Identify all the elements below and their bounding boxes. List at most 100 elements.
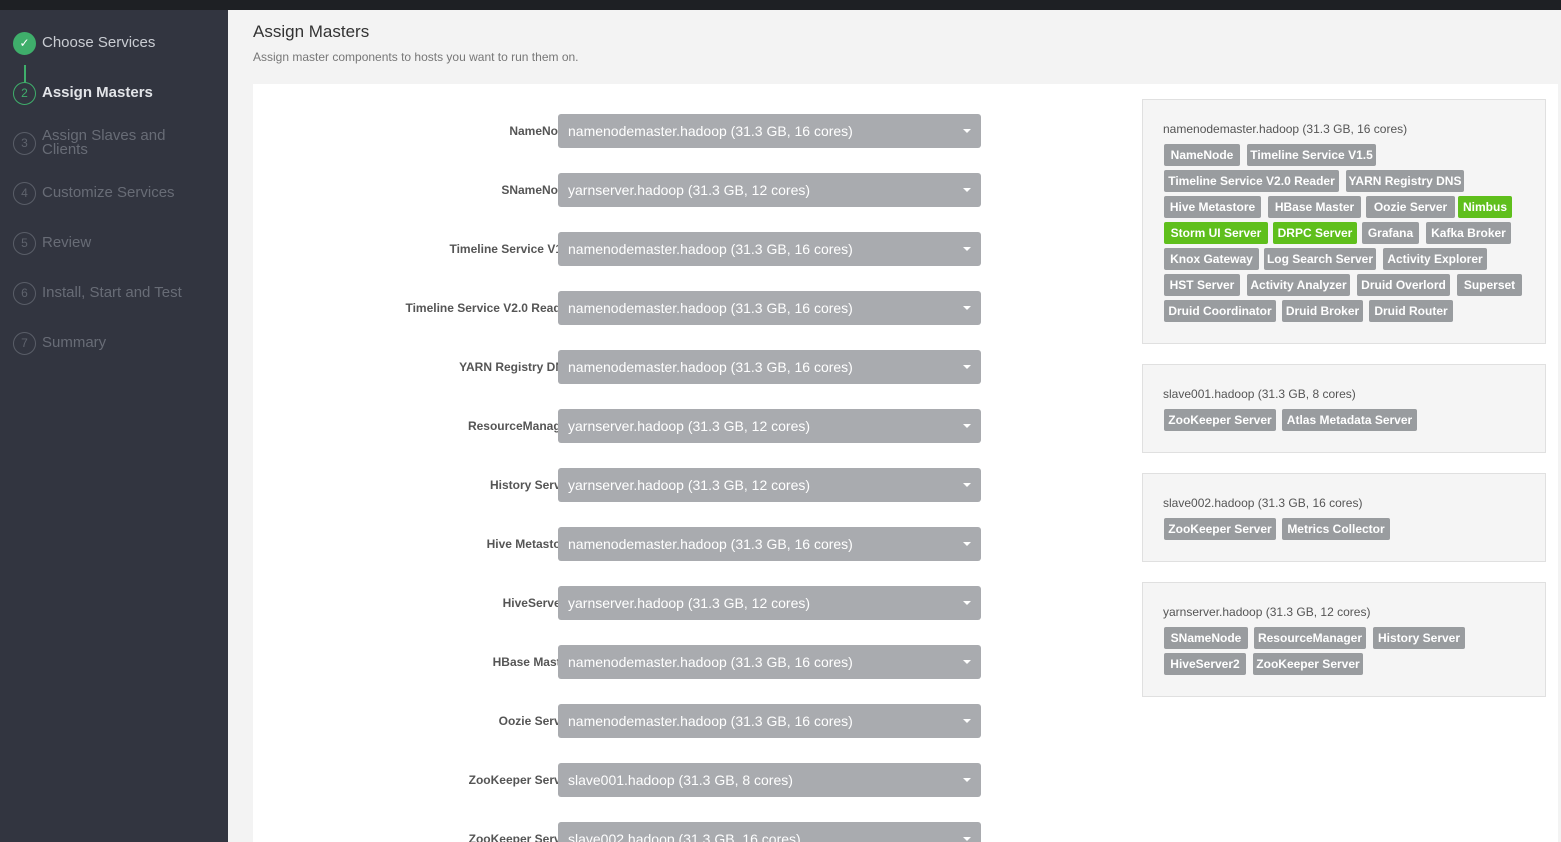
caret-down-icon: [963, 188, 971, 192]
page-subtitle: Assign master components to hosts you wa…: [253, 50, 579, 64]
host-select-value: namenodemaster.hadoop (31.3 GB, 16 cores…: [568, 123, 853, 139]
step-label: Choose Services: [42, 34, 156, 51]
host-select-value: yarnserver.hadoop (31.3 GB, 12 cores): [568, 418, 811, 434]
assignment-row: SNameNode: yarnserver.hadoop (31.3 GB, 1…: [253, 173, 1013, 207]
step-customize-services: 4 Customize Services: [0, 173, 228, 213]
caret-down-icon: [963, 129, 971, 133]
step-assign-masters[interactable]: 2 Assign Masters: [0, 73, 228, 113]
component-chip: Druid Overlord: [1357, 274, 1450, 296]
component-chip: Storm UI Server: [1164, 222, 1268, 244]
host-name: namenodemaster.hadoop (31.3 GB, 16 cores…: [1163, 122, 1408, 136]
component-chip: Activity Explorer: [1383, 248, 1487, 270]
step-review: 5 Review: [0, 223, 228, 263]
host-select[interactable]: namenodemaster.hadoop (31.3 GB, 16 cores…: [558, 291, 981, 325]
page-title: Assign Masters: [253, 22, 370, 41]
step-label: Review: [42, 234, 92, 251]
caret-down-icon: [963, 424, 971, 428]
step-number: 2: [13, 81, 36, 105]
host-select-value: namenodemaster.hadoop (31.3 GB, 16 cores…: [568, 359, 853, 375]
component-chip: DRPC Server: [1273, 222, 1357, 244]
component-chip: Log Search Server: [1264, 248, 1376, 270]
main-content: Assign Masters Assign master components …: [228, 10, 1561, 842]
component-chip: Nimbus: [1458, 196, 1512, 218]
host-select-value: yarnserver.hadoop (31.3 GB, 12 cores): [568, 477, 811, 493]
component-chip: Druid Router: [1369, 300, 1453, 322]
host-select[interactable]: slave001.hadoop (31.3 GB, 8 cores): [558, 763, 981, 797]
host-select[interactable]: slave002.hadoop (31.3 GB, 16 cores): [558, 822, 981, 842]
host-select[interactable]: yarnserver.hadoop (31.3 GB, 12 cores): [558, 409, 981, 443]
host-select-value: namenodemaster.hadoop (31.3 GB, 16 cores…: [568, 654, 853, 670]
step-choose-services[interactable]: ✓ Choose Services: [0, 23, 228, 63]
caret-down-icon: [963, 542, 971, 546]
check-icon: ✓: [13, 31, 36, 55]
host-select-value: yarnserver.hadoop (31.3 GB, 12 cores): [568, 595, 811, 611]
component-chip: ZooKeeper Server: [1253, 653, 1363, 675]
host-select[interactable]: yarnserver.hadoop (31.3 GB, 12 cores): [558, 468, 981, 502]
host-select[interactable]: yarnserver.hadoop (31.3 GB, 12 cores): [558, 173, 981, 207]
step-label: Install, Start and Test: [42, 284, 182, 301]
component-chip: ZooKeeper Server: [1164, 518, 1276, 540]
host-summary-slave001: slave001.hadoop (31.3 GB, 8 cores) ZooKe…: [1142, 364, 1546, 453]
component-chip: History Server: [1373, 627, 1465, 649]
caret-down-icon: [963, 365, 971, 369]
assignment-row: HBase Master: namenodemaster.hadoop (31.…: [253, 645, 1013, 679]
host-select-value: slave002.hadoop (31.3 GB, 16 cores): [568, 831, 801, 842]
assignment-row: YARN Registry DNS: namenodemaster.hadoop…: [253, 350, 1013, 384]
host-select[interactable]: namenodemaster.hadoop (31.3 GB, 16 cores…: [558, 232, 981, 266]
component-chip: Knox Gateway: [1164, 248, 1259, 270]
component-chip: ZooKeeper Server: [1164, 409, 1276, 431]
host-summary-yarnserver: yarnserver.hadoop (31.3 GB, 12 cores) SN…: [1142, 582, 1546, 697]
component-chip: HiveServer2: [1164, 653, 1246, 675]
component-chip: Atlas Metadata Server: [1282, 409, 1417, 431]
host-summary-slave002: slave002.hadoop (31.3 GB, 16 cores) ZooK…: [1142, 473, 1546, 562]
assignment-row: HiveServer2: yarnserver.hadoop (31.3 GB,…: [253, 586, 1013, 620]
component-chip: Superset: [1457, 274, 1522, 296]
host-select-value: slave001.hadoop (31.3 GB, 8 cores): [568, 772, 793, 788]
assignment-row: ZooKeeper Server: slave002.hadoop (31.3 …: [253, 822, 1013, 842]
component-chip: Grafana: [1362, 222, 1419, 244]
component-chip: HST Server: [1164, 274, 1240, 296]
component-chip: ResourceManager: [1254, 627, 1366, 649]
host-select[interactable]: namenodemaster.hadoop (31.3 GB, 16 cores…: [558, 645, 981, 679]
component-chip: Druid Broker: [1282, 300, 1363, 322]
component-chip: YARN Registry DNS: [1346, 170, 1464, 192]
caret-down-icon: [963, 660, 971, 664]
component-label: Timeline Service V2.0 Reader:: [405, 301, 576, 315]
step-number: 7: [13, 331, 36, 355]
host-select[interactable]: namenodemaster.hadoop (31.3 GB, 16 cores…: [558, 704, 981, 738]
caret-down-icon: [963, 719, 971, 723]
assignment-row: ZooKeeper Server: slave001.hadoop (31.3 …: [253, 763, 1013, 797]
component-chip: Druid Coordinator: [1164, 300, 1276, 322]
component-chip: SNameNode: [1164, 627, 1248, 649]
host-select[interactable]: namenodemaster.hadoop (31.3 GB, 16 cores…: [558, 350, 981, 384]
host-name: slave001.hadoop (31.3 GB, 8 cores): [1163, 387, 1356, 401]
step-number: 5: [13, 231, 36, 255]
host-name: slave002.hadoop (31.3 GB, 16 cores): [1163, 496, 1363, 510]
caret-down-icon: [963, 601, 971, 605]
host-select[interactable]: yarnserver.hadoop (31.3 GB, 12 cores): [558, 586, 981, 620]
caret-down-icon: [963, 306, 971, 310]
assignment-row: Timeline Service V2.0 Reader: namenodema…: [253, 291, 1013, 325]
step-summary: 7 Summary: [0, 323, 228, 363]
component-chip: HBase Master: [1268, 196, 1361, 218]
step-label: Summary: [42, 334, 107, 351]
host-name: yarnserver.hadoop (31.3 GB, 12 cores): [1163, 605, 1371, 619]
step-number: 6: [13, 281, 36, 305]
caret-down-icon: [963, 483, 971, 487]
component-chip: Timeline Service V1.5: [1247, 144, 1376, 166]
assignment-row: ResourceManager: yarnserver.hadoop (31.3…: [253, 409, 1013, 443]
step-label: Customize Services: [42, 184, 175, 201]
assignment-row: Oozie Server: namenodemaster.hadoop (31.…: [253, 704, 1013, 738]
component-chip: Timeline Service V2.0 Reader: [1164, 170, 1339, 192]
host-select-value: namenodemaster.hadoop (31.3 GB, 16 cores…: [568, 713, 853, 729]
host-select-value: yarnserver.hadoop (31.3 GB, 12 cores): [568, 182, 811, 198]
assignment-row: Hive Metastore: namenodemaster.hadoop (3…: [253, 527, 1013, 561]
step-label: Assign Slaves and Clients: [42, 127, 166, 158]
host-select[interactable]: namenodemaster.hadoop (31.3 GB, 16 cores…: [558, 114, 981, 148]
host-select[interactable]: namenodemaster.hadoop (31.3 GB, 16 cores…: [558, 527, 981, 561]
host-select-value: namenodemaster.hadoop (31.3 GB, 16 cores…: [568, 241, 853, 257]
step-assign-slaves: 3 Assign Slaves and Clients: [0, 123, 228, 163]
host-summary-namenodemaster: namenodemaster.hadoop (31.3 GB, 16 cores…: [1142, 99, 1546, 344]
step-number: 4: [13, 181, 36, 205]
assignment-row: Timeline Service V1.5: namenodemaster.ha…: [253, 232, 1013, 266]
